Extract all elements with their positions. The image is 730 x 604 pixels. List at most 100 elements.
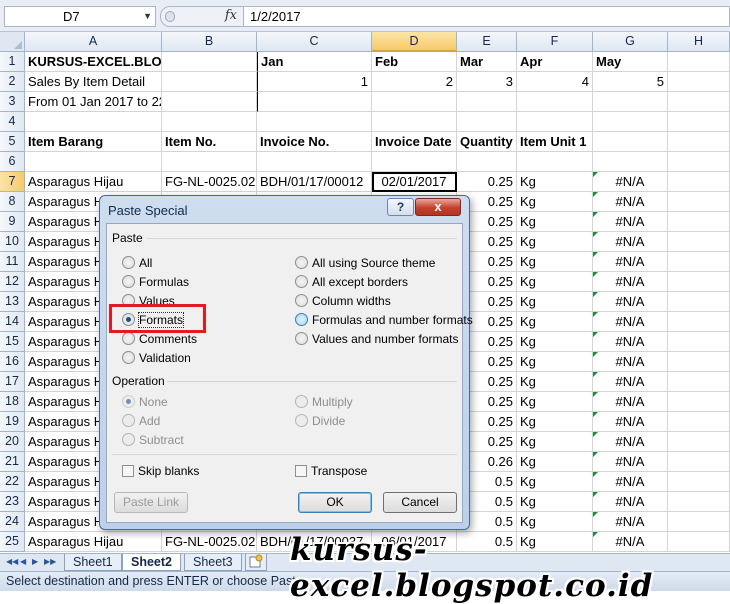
paste-values-number-formats-radio[interactable]: Values and number formats xyxy=(295,332,459,346)
cell-a7[interactable]: Asparagus Hijau xyxy=(25,172,162,192)
cell-h12[interactable] xyxy=(668,272,730,292)
row-header-19[interactable]: 19 xyxy=(0,412,25,432)
cell-h2[interactable] xyxy=(668,72,730,92)
cell-h6[interactable] xyxy=(668,152,730,172)
cell-c5[interactable]: Invoice No. xyxy=(257,132,372,152)
cell-a2[interactable]: Sales By Item Detail xyxy=(25,72,162,92)
cell-g7[interactable]: #N/A xyxy=(593,172,668,192)
row-header-13[interactable]: 13 xyxy=(0,292,25,312)
cell-g24[interactable]: #N/A xyxy=(593,512,668,532)
row-header-9[interactable]: 9 xyxy=(0,212,25,232)
column-header-d[interactable]: D xyxy=(372,32,457,52)
cell-f17[interactable]: Kg xyxy=(517,372,593,392)
cell-g12[interactable]: #N/A xyxy=(593,272,668,292)
cell-h5[interactable] xyxy=(668,132,730,152)
cell-g6[interactable] xyxy=(593,152,668,172)
cell-h23[interactable] xyxy=(668,492,730,512)
cell-b25[interactable]: FG-NL-0025.02 xyxy=(162,532,257,552)
paste-all-radio[interactable]: All xyxy=(122,256,152,270)
cell-g15[interactable]: #N/A xyxy=(593,332,668,352)
row-header-16[interactable]: 16 xyxy=(0,352,25,372)
cell-h7[interactable] xyxy=(668,172,730,192)
cell-h11[interactable] xyxy=(668,252,730,272)
cell-c7[interactable]: BDH/01/17/00012 xyxy=(257,172,372,192)
cell-f19[interactable]: Kg xyxy=(517,412,593,432)
cell-h22[interactable] xyxy=(668,472,730,492)
row-header-18[interactable]: 18 xyxy=(0,392,25,412)
cell-b4[interactable] xyxy=(162,112,257,132)
cell-c4[interactable] xyxy=(257,112,372,132)
row-header-24[interactable]: 24 xyxy=(0,512,25,532)
prev-sheet-icon[interactable]: ◀ xyxy=(20,557,26,566)
cell-h24[interactable] xyxy=(668,512,730,532)
row-header-21[interactable]: 21 xyxy=(0,452,25,472)
cell-h19[interactable] xyxy=(668,412,730,432)
cell-f7[interactable]: Kg xyxy=(517,172,593,192)
cell-g19[interactable]: #N/A xyxy=(593,412,668,432)
row-header-14[interactable]: 14 xyxy=(0,312,25,332)
row-header-22[interactable]: 22 xyxy=(0,472,25,492)
row-header-20[interactable]: 20 xyxy=(0,432,25,452)
cell-d2[interactable]: 2 xyxy=(372,72,457,92)
cell-b2[interactable] xyxy=(162,72,257,92)
cell-c2[interactable]: 1 xyxy=(257,72,372,92)
cell-f12[interactable]: Kg xyxy=(517,272,593,292)
row-header-23[interactable]: 23 xyxy=(0,492,25,512)
cell-e7[interactable]: 0.25 xyxy=(457,172,517,192)
row-header-25[interactable]: 25 xyxy=(0,532,25,552)
cell-c6[interactable] xyxy=(257,152,372,172)
cell-h1[interactable] xyxy=(668,52,730,72)
cell-f9[interactable]: Kg xyxy=(517,212,593,232)
row-header-8[interactable]: 8 xyxy=(0,192,25,212)
cell-h15[interactable] xyxy=(668,332,730,352)
cell-g4[interactable] xyxy=(593,112,668,132)
paste-validation-radio[interactable]: Validation xyxy=(122,351,191,365)
insert-sheet-icon[interactable] xyxy=(245,554,267,571)
cell-e4[interactable] xyxy=(457,112,517,132)
formula-input[interactable]: 1/2/2017 xyxy=(244,6,730,27)
cell-g13[interactable]: #N/A xyxy=(593,292,668,312)
row-header-17[interactable]: 17 xyxy=(0,372,25,392)
cell-g1[interactable]: May xyxy=(593,52,668,72)
cell-e6[interactable] xyxy=(457,152,517,172)
tab-sheet3[interactable]: Sheet3 xyxy=(184,554,242,571)
row-header-4[interactable]: 4 xyxy=(0,112,25,132)
cell-f24[interactable]: Kg xyxy=(517,512,593,532)
operation-divide-radio[interactable]: Divide xyxy=(295,414,345,428)
select-all-corner[interactable] xyxy=(0,32,25,52)
row-header-11[interactable]: 11 xyxy=(0,252,25,272)
transpose-checkbox[interactable]: Transpose xyxy=(295,464,367,478)
row-header-2[interactable]: 2 xyxy=(0,72,25,92)
cell-h8[interactable] xyxy=(668,192,730,212)
tab-sheet1[interactable]: Sheet1 xyxy=(64,554,122,571)
skip-blanks-checkbox[interactable]: Skip blanks xyxy=(122,464,199,478)
cell-g2[interactable]: 5 xyxy=(593,72,668,92)
column-header-f[interactable]: F xyxy=(517,32,593,52)
operation-add-radio[interactable]: Add xyxy=(122,414,160,428)
row-header-6[interactable]: 6 xyxy=(0,152,25,172)
row-header-3[interactable]: 3 xyxy=(0,92,25,112)
row-header-12[interactable]: 12 xyxy=(0,272,25,292)
cell-g11[interactable]: #N/A xyxy=(593,252,668,272)
cell-h16[interactable] xyxy=(668,352,730,372)
column-header-g[interactable]: G xyxy=(593,32,668,52)
cell-g17[interactable]: #N/A xyxy=(593,372,668,392)
cell-f3[interactable] xyxy=(517,92,593,112)
cell-d4[interactable] xyxy=(372,112,457,132)
cell-f16[interactable]: Kg xyxy=(517,352,593,372)
paste-link-button[interactable]: Paste Link xyxy=(114,492,188,513)
cell-h3[interactable] xyxy=(668,92,730,112)
paste-column-widths-radio[interactable]: Column widths xyxy=(295,294,391,308)
cell-g10[interactable]: #N/A xyxy=(593,232,668,252)
cell-f10[interactable]: Kg xyxy=(517,232,593,252)
cell-h21[interactable] xyxy=(668,452,730,472)
operation-none-radio[interactable]: None xyxy=(122,395,168,409)
cell-d5[interactable]: Invoice Date xyxy=(372,132,457,152)
cell-a6[interactable] xyxy=(25,152,162,172)
column-header-e[interactable]: E xyxy=(457,32,517,52)
cell-f15[interactable]: Kg xyxy=(517,332,593,352)
operation-multiply-radio[interactable]: Multiply xyxy=(295,395,353,409)
cell-d7[interactable]: 02/01/2017 xyxy=(372,172,457,192)
cell-a25[interactable]: Asparagus Hijau xyxy=(25,532,162,552)
cell-g23[interactable]: #N/A xyxy=(593,492,668,512)
